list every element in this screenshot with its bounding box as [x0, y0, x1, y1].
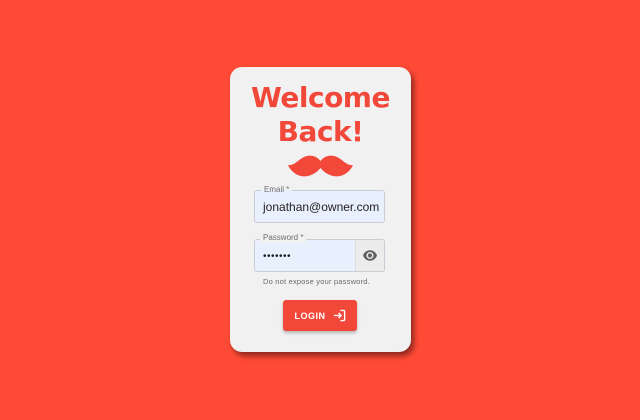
page-title: Welcome Back!	[230, 81, 411, 149]
email-value: jonathan@owner.com	[263, 200, 380, 214]
mustache-icon	[288, 155, 353, 177]
login-button[interactable]: LOGIN	[283, 300, 357, 331]
password-visibility-toggle[interactable]	[355, 240, 384, 271]
eye-icon[interactable]	[363, 250, 377, 261]
title-line-1: Welcome	[251, 81, 390, 114]
email-label: Email *	[261, 184, 293, 195]
login-icon	[333, 309, 345, 322]
password-value: •••••••	[263, 251, 292, 262]
password-helper-text: Do not expose your password.	[263, 277, 370, 286]
login-button-label: LOGIN	[294, 310, 326, 321]
password-field[interactable]: •••••••	[254, 239, 385, 272]
login-card: Welcome Back! Email * jonathan@owner.com…	[230, 67, 411, 352]
password-label: Password *	[260, 232, 307, 243]
title-line-2: Back!	[277, 115, 364, 148]
email-field[interactable]: Email * jonathan@owner.com	[254, 184, 385, 223]
